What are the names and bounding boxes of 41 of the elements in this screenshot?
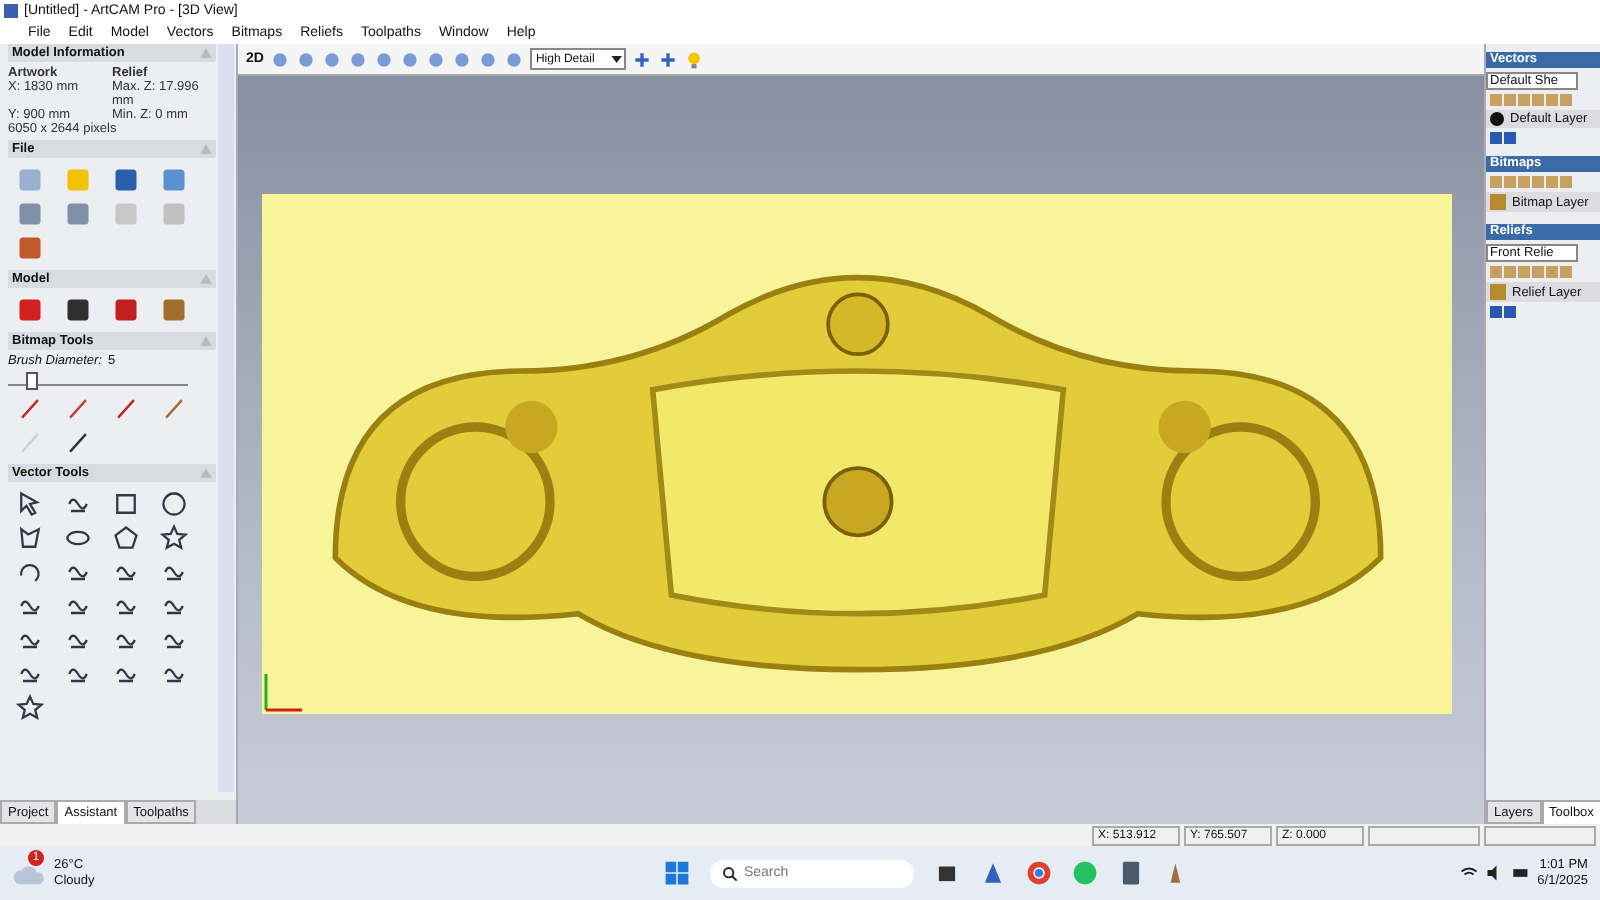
star-icon[interactable]: [16, 694, 44, 722]
circle-icon[interactable]: [160, 490, 188, 518]
view-tool-icon[interactable]: [321, 49, 342, 69]
relief-icon: [1490, 284, 1506, 300]
arc-icon[interactable]: [16, 558, 44, 586]
view-tool-icon[interactable]: [632, 49, 653, 69]
status-field: [1368, 825, 1480, 845]
search-icon: [721, 865, 738, 881]
shape-icon[interactable]: [16, 524, 44, 552]
view-tool-icon[interactable]: [477, 49, 498, 69]
slider-thumb[interactable]: [26, 372, 38, 390]
view-tool-icon[interactable]: [373, 49, 394, 69]
model-tool-icon[interactable]: [64, 296, 92, 324]
view-tool-icon[interactable]: [658, 49, 679, 69]
square-icon[interactable]: [112, 490, 140, 518]
view-tool-icon[interactable]: [503, 49, 524, 69]
caret-icon: [610, 55, 623, 63]
model-tool-icon[interactable]: [112, 296, 140, 324]
app-logo-icon: [4, 3, 18, 17]
battery-icon[interactable]: [1511, 864, 1530, 882]
view-tool-icon[interactable]: [347, 49, 368, 69]
axis-icon: [262, 670, 306, 714]
star-icon[interactable]: [160, 524, 188, 552]
scrollbar[interactable]: [218, 44, 234, 792]
light-bulb-icon[interactable]: [684, 49, 705, 69]
view-tool-icon[interactable]: [451, 49, 472, 69]
view-tool-icon[interactable]: [399, 49, 420, 69]
windows-start-icon[interactable]: [663, 860, 690, 886]
pen-icon[interactable]: [16, 394, 44, 422]
pencil-icon[interactable]: [64, 428, 92, 456]
app-taskbar-icon[interactable]: [979, 860, 1006, 886]
pentagon-icon[interactable]: [112, 524, 140, 552]
view-tool-icon[interactable]: [295, 49, 316, 69]
pointer-icon[interactable]: [16, 490, 44, 518]
view-tool-icon[interactable]: [425, 49, 446, 69]
layer-dot-icon: [1490, 112, 1504, 126]
brush-slider[interactable]: [8, 372, 188, 386]
status-field: [1484, 825, 1596, 845]
view-tool-icon[interactable]: [269, 49, 290, 69]
browser-icon[interactable]: [1025, 860, 1052, 886]
bitmap-icon: [1490, 194, 1506, 210]
